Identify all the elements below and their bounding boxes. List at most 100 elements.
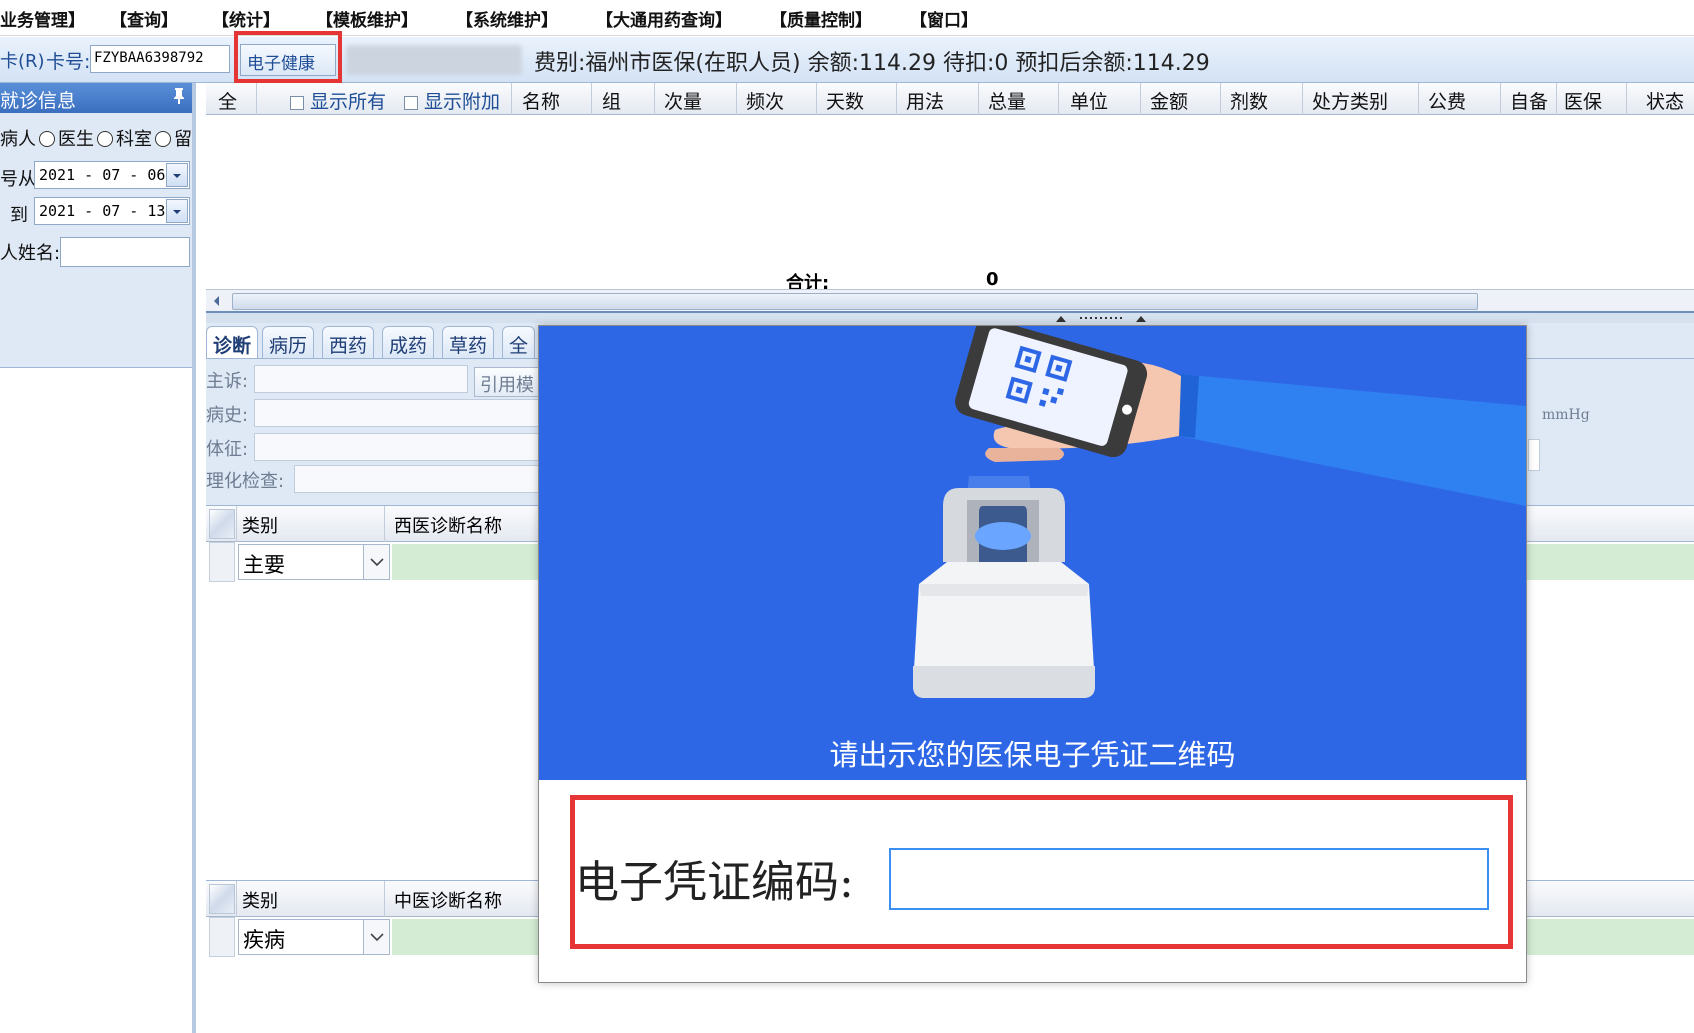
radio-dept[interactable] [155, 131, 171, 147]
tab-herbal[interactable]: 草药 [442, 326, 495, 358]
chevron-down-icon [173, 210, 181, 214]
chief-complaint-input[interactable] [254, 365, 468, 393]
card-no-label: 卡号: [46, 51, 91, 73]
menu-window[interactable]: 【窗口】 [910, 6, 978, 31]
splitter[interactable] [206, 313, 1694, 323]
left-panel: 就诊信息 病人 医生 科室 留 号从 2021 - 07 - 06 到 2021 - … [0, 83, 196, 1033]
col-self[interactable]: 自备 [1510, 87, 1548, 114]
redacted-patient-name [346, 45, 522, 75]
col-status[interactable]: 状态 [1646, 87, 1684, 114]
date-from-label: 号从 [0, 169, 36, 190]
tab-medical-record[interactable]: 病历 [262, 326, 315, 358]
patient-name-input[interactable] [60, 237, 190, 267]
card-no-input[interactable]: FZYBAA6398792 [90, 45, 230, 73]
show-all-toggle[interactable]: 显示所有 [290, 87, 386, 114]
radio-doctor[interactable] [97, 131, 113, 147]
col-rx-type[interactable]: 处方类别 [1312, 87, 1388, 114]
date-from-value: 2021 - 07 - 06 [39, 166, 166, 184]
menu-drug-query[interactable]: 【大通用药查询】 [596, 6, 732, 31]
prescription-grid-header: 全 显示所有 显示附加 名称 组 次量 频次 天数 用法 总量 单位 金额 剂数… [206, 83, 1694, 115]
show-all-label: 显示所有 [310, 91, 387, 113]
scroll-left-icon[interactable] [210, 294, 224, 308]
history-input[interactable] [254, 399, 554, 427]
col-frequency[interactable]: 频次 [746, 87, 784, 114]
date-to-field[interactable]: 2021 - 07 - 13 [34, 197, 190, 225]
col-usage[interactable]: 用法 [906, 87, 944, 114]
mmhg-unit: mmHg [1542, 407, 1590, 423]
col-type[interactable]: 类别 [242, 887, 278, 913]
col-all[interactable]: 全 [218, 87, 237, 114]
diag-type-select[interactable]: 主要 [238, 544, 390, 580]
col-days[interactable]: 天数 [826, 87, 864, 114]
col-public[interactable]: 公费 [1428, 87, 1466, 114]
date-to-value: 2021 - 07 - 13 [39, 202, 166, 220]
col-total[interactable]: 总量 [988, 87, 1026, 114]
voucher-code-label: 电子凭证编码: [575, 857, 854, 908]
qr-scan-illustration-icon [913, 326, 1526, 698]
tab-all[interactable]: 全 [502, 326, 536, 358]
menu-template[interactable]: 【模板维护】 [316, 6, 418, 31]
history-label: 病史: [206, 405, 249, 426]
toolbar: 卡(R) 卡号: FZYBAA6398792 电子健康卡 费别:福州市医保(在职… [0, 31, 1694, 99]
col-western-diag-name[interactable]: 西医诊断名称 [394, 512, 502, 538]
qr-prompt-text: 请出示您的医保电子凭证二维码 [829, 738, 1236, 772]
col-dose[interactable]: 次量 [664, 87, 702, 114]
col-doses[interactable]: 剂数 [1230, 87, 1268, 114]
voucher-code-input[interactable] [889, 848, 1489, 910]
col-name[interactable]: 名称 [522, 87, 560, 114]
radio-label-dept: 科室 [116, 129, 152, 150]
tcm-type-value: 疾病 [243, 928, 285, 952]
col-amount[interactable]: 金额 [1150, 87, 1188, 114]
grid-corner[interactable] [209, 884, 235, 914]
date-from-dropdown[interactable] [166, 163, 188, 187]
diag-type-value: 主要 [243, 553, 285, 577]
show-extra-checkbox[interactable] [404, 96, 418, 110]
tab-patent-drug[interactable]: 成药 [382, 326, 435, 358]
scroll-thumb[interactable] [232, 293, 1478, 310]
horizontal-scrollbar[interactable] [206, 289, 1694, 313]
chevron-down-icon [173, 174, 181, 178]
grid-corner[interactable] [209, 509, 235, 539]
fee-info: 费别:福州市医保(在职人员) 余额:114.29 待扣:0 预扣后余额:114.… [534, 51, 1210, 76]
col-insurance[interactable]: 医保 [1564, 87, 1602, 114]
row-header[interactable] [209, 917, 235, 957]
tab-western-drug[interactable]: 西药 [322, 326, 375, 358]
col-tcm-diag-name[interactable]: 中医诊断名称 [394, 887, 502, 913]
col-group[interactable]: 组 [602, 87, 621, 114]
show-all-checkbox[interactable] [290, 96, 304, 110]
left-panel-header: 就诊信息 [0, 83, 192, 113]
menu-system[interactable]: 【系统维护】 [456, 6, 558, 31]
tab-diagnosis[interactable]: 诊断 [206, 326, 259, 358]
tcm-type-select[interactable]: 疾病 [238, 919, 390, 955]
patient-name-label: 人姓名: [0, 243, 61, 264]
menu-quality[interactable]: 【质量控制】 [770, 6, 872, 31]
radio-patient[interactable] [39, 131, 55, 147]
chevron-down-icon[interactable] [363, 920, 389, 954]
ehc-highlight-frame [234, 31, 342, 83]
filter-radio-row: 病人 医生 科室 留 [0, 125, 192, 151]
menu-statistics[interactable]: 【统计】 [212, 6, 280, 31]
splitter-grip-icon [1056, 316, 1146, 322]
scan-illustration-banner: 请出示您的医保电子凭证二维码 [539, 326, 1526, 780]
date-from-field[interactable]: 2021 - 07 - 06 [34, 161, 190, 189]
read-card-button[interactable]: 卡(R) [0, 47, 45, 73]
col-unit[interactable]: 单位 [1070, 87, 1108, 114]
exam-input[interactable] [294, 465, 554, 493]
signs-label: 体征: [206, 439, 249, 460]
left-panel-title: 就诊信息 [0, 90, 77, 112]
total-value: 0 [986, 269, 999, 290]
date-to-label: 到 [10, 205, 28, 226]
date-to-dropdown[interactable] [166, 199, 188, 223]
radio-prefix: 病人 [0, 129, 36, 150]
show-extra-toggle[interactable]: 显示附加 [404, 87, 500, 114]
left-filter-area: 病人 医生 科室 留 号从 2021 - 07 - 06 到 2021 - 07 - … [0, 113, 192, 368]
pin-icon[interactable] [172, 87, 186, 105]
menu-query[interactable]: 【查询】 [110, 6, 178, 31]
signs-input[interactable] [254, 433, 554, 461]
chevron-down-icon[interactable] [363, 545, 389, 579]
bp-input-edge[interactable] [1528, 439, 1540, 471]
menu-business[interactable]: 业务管理】 [0, 6, 85, 31]
show-extra-label: 显示附加 [424, 91, 501, 113]
row-header[interactable] [209, 542, 235, 582]
col-type[interactable]: 类别 [242, 512, 278, 538]
